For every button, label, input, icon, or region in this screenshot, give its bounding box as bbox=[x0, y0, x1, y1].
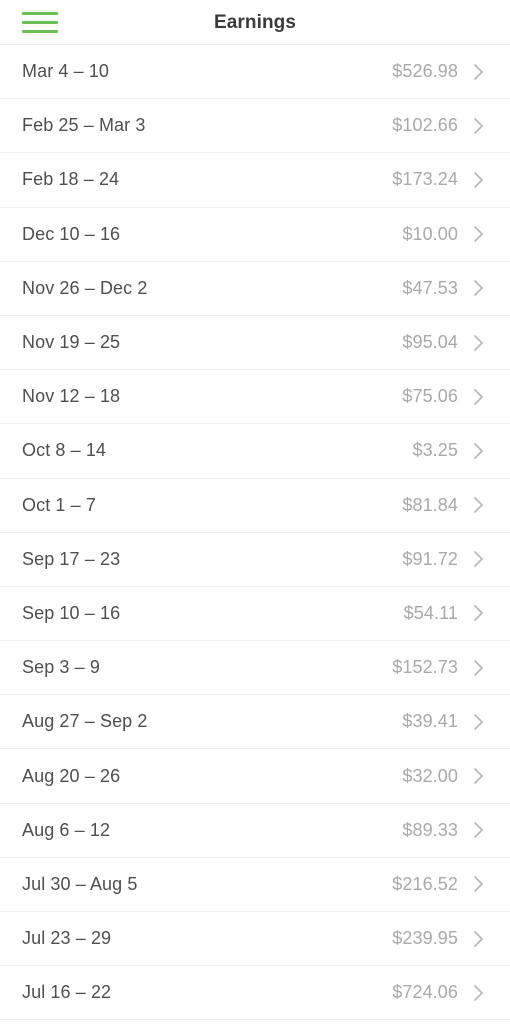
table-row[interactable]: Aug 6 – 12 $89.33 bbox=[0, 803, 510, 858]
row-amount-value: $10.00 bbox=[402, 223, 458, 244]
chevron-right-icon[interactable] bbox=[464, 929, 494, 949]
chevron-right-icon[interactable] bbox=[464, 766, 494, 786]
table-row[interactable]: Aug 20 – 26 $32.00 bbox=[0, 749, 510, 804]
table-row[interactable]: Sep 3 – 9 $152.73 bbox=[0, 641, 510, 696]
table-row[interactable]: Oct 8 – 14 $3.25 bbox=[0, 424, 510, 479]
table-row[interactable]: Mar 4 – 10 $526.98 bbox=[0, 45, 510, 100]
row-amount-value: $173.24 bbox=[392, 169, 458, 190]
chevron-right-icon[interactable] bbox=[464, 62, 494, 82]
row-period-label: Jul 23 – 29 bbox=[22, 928, 112, 949]
row-period-label: Nov 12 – 18 bbox=[22, 386, 121, 407]
row-amount-value: $89.33 bbox=[402, 819, 458, 840]
row-amount-value: $95.04 bbox=[402, 332, 458, 353]
row-period-label: Nov 26 – Dec 2 bbox=[22, 277, 148, 298]
row-amount-value: $239.95 bbox=[392, 928, 458, 949]
chevron-right-icon[interactable] bbox=[464, 712, 494, 732]
row-amount-value: $724.06 bbox=[392, 982, 458, 1003]
row-amount-value: $526.98 bbox=[392, 61, 458, 82]
row-period-label: Aug 27 – Sep 2 bbox=[22, 711, 148, 732]
row-amount-value: $216.52 bbox=[392, 873, 458, 894]
row-period-label: Dec 10 – 16 bbox=[22, 223, 121, 244]
row-amount-value: $91.72 bbox=[402, 548, 458, 569]
chevron-right-icon[interactable] bbox=[464, 333, 494, 353]
row-amount-value: $102.66 bbox=[392, 115, 458, 136]
table-row[interactable]: Nov 19 – 25 $95.04 bbox=[0, 315, 510, 371]
table-row[interactable]: Sep 10 – 16 $54.11 bbox=[0, 586, 510, 642]
chevron-right-icon[interactable] bbox=[464, 441, 494, 461]
chevron-right-icon[interactable] bbox=[464, 278, 494, 298]
row-amount-value: $75.06 bbox=[402, 386, 458, 407]
row-period-label: Sep 10 – 16 bbox=[22, 602, 121, 623]
row-period-label: Oct 1 – 7 bbox=[22, 494, 96, 515]
chevron-right-icon[interactable] bbox=[464, 820, 494, 840]
chevron-right-icon[interactable] bbox=[464, 224, 494, 244]
earnings-screen: Earnings Mar 4 – 10 $526.98 Feb 25 – Mar 3… bbox=[0, 0, 510, 1024]
chevron-right-icon[interactable] bbox=[464, 495, 494, 515]
table-row[interactable]: Jul 16 – 22 $724.06 bbox=[0, 966, 510, 1021]
row-amount-value: $32.00 bbox=[402, 765, 458, 786]
row-amount-value: $81.84 bbox=[402, 494, 458, 515]
hamburger-bar-top bbox=[22, 11, 58, 15]
hamburger-menu-icon[interactable] bbox=[14, 0, 66, 44]
table-row[interactable]: Nov 26 – Dec 2 $47.53 bbox=[0, 261, 510, 316]
row-period-label: Sep 3 – 9 bbox=[22, 657, 100, 678]
row-amount-value: $3.25 bbox=[412, 440, 458, 461]
table-row[interactable]: Oct 1 – 7 $81.84 bbox=[0, 478, 510, 533]
hamburger-bar-bottom bbox=[22, 29, 58, 33]
row-period-label: Sep 17 – 23 bbox=[22, 548, 121, 569]
row-period-label: Nov 19 – 25 bbox=[22, 332, 121, 353]
table-row[interactable]: Sep 17 – 23 $91.72 bbox=[0, 532, 510, 587]
earnings-list: Mar 4 – 10 $526.98 Feb 25 – Mar 3 $102.66 Fe… bbox=[0, 45, 510, 1024]
chevron-right-icon[interactable] bbox=[464, 874, 494, 894]
row-period-label: Mar 4 – 10 bbox=[22, 61, 110, 82]
table-row[interactable]: Jul 23 – 29 $239.95 bbox=[0, 912, 510, 967]
app-header: Earnings bbox=[0, 0, 510, 45]
chevron-right-icon[interactable] bbox=[464, 658, 494, 678]
row-period-label: Feb 25 – Mar 3 bbox=[22, 115, 146, 136]
row-period-label: Feb 18 – 24 bbox=[22, 169, 120, 190]
row-period-label: Aug 6 – 12 bbox=[22, 819, 111, 840]
chevron-right-icon[interactable] bbox=[464, 549, 494, 569]
row-amount-value: $54.11 bbox=[403, 602, 458, 623]
chevron-right-icon[interactable] bbox=[464, 170, 494, 190]
row-period-label: Jul 16 – 22 bbox=[22, 982, 112, 1003]
row-period-label: Jul 30 – Aug 5 bbox=[22, 873, 138, 894]
table-row[interactable]: Feb 18 – 24 $173.24 bbox=[0, 153, 510, 208]
row-period-label: Aug 20 – 26 bbox=[22, 765, 121, 786]
page-title: Earnings bbox=[213, 11, 297, 33]
row-amount-value: $47.53 bbox=[402, 277, 458, 298]
table-row[interactable]: Jul 30 – Aug 5 $216.52 bbox=[0, 857, 510, 912]
chevron-right-icon[interactable] bbox=[464, 116, 494, 136]
chevron-right-icon[interactable] bbox=[464, 387, 494, 407]
table-row[interactable]: Nov 12 – 18 $75.06 bbox=[0, 370, 510, 425]
chevron-right-icon[interactable] bbox=[464, 983, 494, 1003]
table-row[interactable]: Feb 25 – Mar 3 $102.66 bbox=[0, 99, 510, 154]
row-amount-value: $152.73 bbox=[392, 657, 458, 678]
row-amount-value: $39.41 bbox=[402, 711, 458, 732]
table-row[interactable]: Aug 27 – Sep 2 $39.41 bbox=[0, 695, 510, 750]
row-period-label: Oct 8 – 14 bbox=[22, 440, 107, 461]
hamburger-bar-middle bbox=[22, 20, 58, 24]
table-row[interactable]: Dec 10 – 16 $10.00 bbox=[0, 207, 510, 262]
chevron-right-icon[interactable] bbox=[464, 603, 494, 623]
